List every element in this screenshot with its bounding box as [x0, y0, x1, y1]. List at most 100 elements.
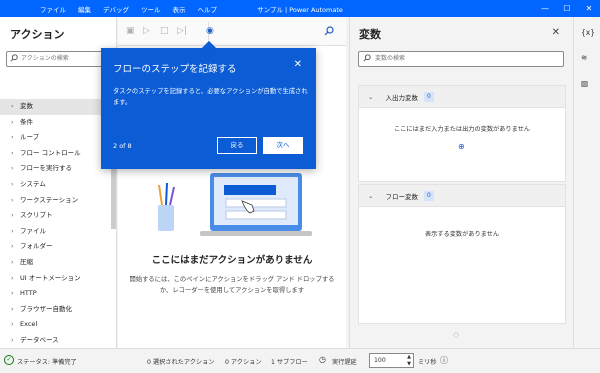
action-category-label: フロー コントロール — [20, 148, 81, 157]
action-category-label: HTTP — [20, 289, 37, 298]
layers-icon[interactable]: ≋ — [581, 53, 587, 62]
io-variables-section: ⌄ 入出力変数 0 ここにはまだ入力または出力の変数がありません ⊕ — [358, 85, 566, 182]
action-category-list: › 変数 › 条件 › ループ › フロー コントロール › フローを実行する › システム › ワークス… — [0, 99, 117, 364]
menu-debug[interactable]: デバッグ — [97, 4, 135, 14]
chevron-right-icon: › — [11, 273, 14, 282]
popup-back-button[interactable]: 戻る — [217, 137, 257, 154]
action-category-item[interactable]: › スクリプト — [0, 208, 117, 224]
menu-help[interactable]: ヘルプ — [192, 4, 224, 14]
chevron-right-icon: › — [11, 179, 14, 188]
variables-panel: 変数 ✕ 変数の検索 ⌄ 入出力変数 0 ここにはまだ入力または出力の変数があり… — [349, 17, 573, 348]
action-category-label: データベース — [20, 335, 59, 344]
spinner-icon[interactable]: ▲ ▼ — [407, 354, 411, 367]
empty-state-illustration — [158, 173, 312, 236]
eraser-icon: ◇ — [453, 330, 460, 339]
action-category-item[interactable]: › HTTP — [0, 286, 117, 302]
run-delay-input[interactable]: 100 ▲ ▼ — [369, 353, 414, 368]
clock-icon: ◷ — [319, 355, 326, 364]
variables-close-icon[interactable]: ✕ — [552, 27, 560, 38]
popup-close-icon[interactable]: ✕ — [294, 59, 302, 70]
flow-variables-title: フロー変数 — [385, 192, 418, 201]
actions-search-placeholder: アクションの検索 — [21, 55, 69, 62]
menu-bar: ファイル 編集 デバッグ ツール 表示 ヘルプ — [34, 4, 223, 14]
menu-view[interactable]: 表示 — [167, 4, 192, 14]
search-icon — [363, 54, 371, 68]
record-icon[interactable]: ◉ — [206, 26, 214, 36]
action-category-label: ブラウザー自動化 — [20, 304, 72, 313]
canvas-search-icon[interactable] — [324, 26, 334, 39]
chevron-right-icon: › — [11, 320, 14, 329]
variables-toggle-icon[interactable]: {x} — [581, 28, 595, 37]
flow-variables-empty: 表示する変数がありません — [424, 231, 500, 238]
variables-search-placeholder: 変数の検索 — [375, 55, 406, 62]
flow-variables-count: 0 — [423, 190, 434, 201]
actions-heading: アクション — [10, 28, 65, 41]
action-category-label: ファイル — [20, 226, 46, 235]
io-variables-header[interactable]: ⌄ 入出力変数 0 — [359, 86, 565, 108]
chevron-right-icon: › — [11, 117, 14, 126]
status-bar: ✓ ステータス: 準備完了 0 選択されたアクション 0 アクション 1 サブフ… — [0, 348, 600, 373]
action-category-item[interactable]: › フロー コントロール — [0, 146, 117, 162]
image-icon[interactable]: ▨ — [581, 79, 588, 88]
action-category-item[interactable]: › ワークステーション — [0, 193, 117, 209]
maximize-button[interactable]: ☐ — [556, 0, 578, 17]
chevron-right-icon: › — [11, 195, 14, 204]
subflows-count: 1 サブフロー — [271, 359, 308, 366]
action-category-label: スクリプト — [20, 211, 53, 220]
action-category-item[interactable]: › 条件 — [0, 115, 117, 131]
action-category-item[interactable]: › 変数 — [0, 99, 117, 115]
action-category-label: システム — [20, 179, 46, 188]
popup-next-button[interactable]: 次へ — [263, 137, 303, 154]
chevron-right-icon: › — [11, 242, 14, 251]
run-icon[interactable]: ▷ — [143, 26, 150, 36]
save-icon[interactable]: ▣ — [126, 26, 135, 36]
action-category-label: ループ — [20, 133, 40, 142]
actions-panel: アクション アクションの検索 › 変数 › 条件 › ループ › フロー コントロール › フロー… — [0, 17, 117, 360]
action-category-item[interactable]: › フローを実行する — [0, 161, 117, 177]
add-variable-icon[interactable]: ⊕ — [458, 142, 465, 151]
action-category-item[interactable]: › 圧縮 — [0, 255, 117, 271]
action-category-item[interactable]: › システム — [0, 177, 117, 193]
chevron-right-icon: › — [11, 226, 14, 235]
action-category-item[interactable]: › ブラウザー自動化 — [0, 302, 117, 318]
action-category-label: ワークステーション — [20, 195, 79, 204]
variables-search-input[interactable]: 変数の検索 — [358, 51, 564, 67]
action-category-label: UI オートメーション — [20, 273, 81, 282]
io-variables-count: 0 — [423, 91, 434, 102]
action-category-item[interactable]: › UI オートメーション — [0, 271, 117, 287]
action-category-item[interactable]: › ファイル — [0, 224, 117, 240]
popup-step-indicator: 2 of 8 — [113, 142, 132, 150]
chevron-up-icon: ⌄ — [368, 191, 374, 200]
chevron-right-icon: › — [11, 335, 14, 344]
right-icon-rail: {x} ≋ ▨ — [573, 17, 600, 348]
empty-state-description: 開始するには、このペインにアクションをドラッグ アンド ドロップするか、レコーダ… — [129, 276, 335, 294]
action-category-item[interactable]: › Excel — [0, 317, 117, 333]
action-category-label: 圧縮 — [20, 257, 33, 266]
actions-search-input[interactable]: アクションの検索 — [6, 51, 111, 67]
menu-tools[interactable]: ツール — [135, 4, 167, 14]
check-circle-icon: ✓ — [4, 355, 14, 365]
menu-edit[interactable]: 編集 — [72, 4, 97, 14]
stop-icon[interactable]: □ — [160, 26, 169, 36]
action-category-label: 条件 — [20, 117, 33, 126]
popup-body: タスクのステップを記録すると、必要なアクションが自動で生成されます。 — [113, 88, 308, 106]
actions-count: 0 アクション — [225, 359, 262, 366]
menu-file[interactable]: ファイル — [34, 4, 72, 14]
action-category-item[interactable]: › データベース — [0, 333, 117, 349]
step-icon[interactable]: ▷| — [177, 26, 187, 36]
close-window-button[interactable]: ✕ — [578, 0, 600, 17]
action-category-label: Excel — [20, 320, 38, 329]
record-steps-popup: フローのステップを記録する ✕ タスクのステップを記録すると、必要なアクションが… — [101, 40, 316, 169]
action-category-item[interactable]: › フォルダー — [0, 239, 117, 255]
minimize-button[interactable]: — — [534, 0, 556, 17]
status-text: ステータス: 準備完了 — [17, 359, 77, 366]
io-variables-empty: ここにはまだ入力または出力の変数がありません — [394, 126, 530, 133]
info-icon[interactable]: ⓘ — [440, 355, 448, 366]
action-category-item[interactable]: › ループ — [0, 130, 117, 146]
run-delay-value: 100 — [374, 357, 386, 364]
action-category-label: フローを実行する — [20, 164, 72, 173]
chevron-right-icon: › — [11, 133, 14, 142]
run-delay-label: 実行遅延 — [332, 359, 357, 366]
flow-variables-header[interactable]: ⌄ フロー変数 0 — [359, 185, 565, 207]
chevron-right-icon: › — [11, 102, 14, 110]
